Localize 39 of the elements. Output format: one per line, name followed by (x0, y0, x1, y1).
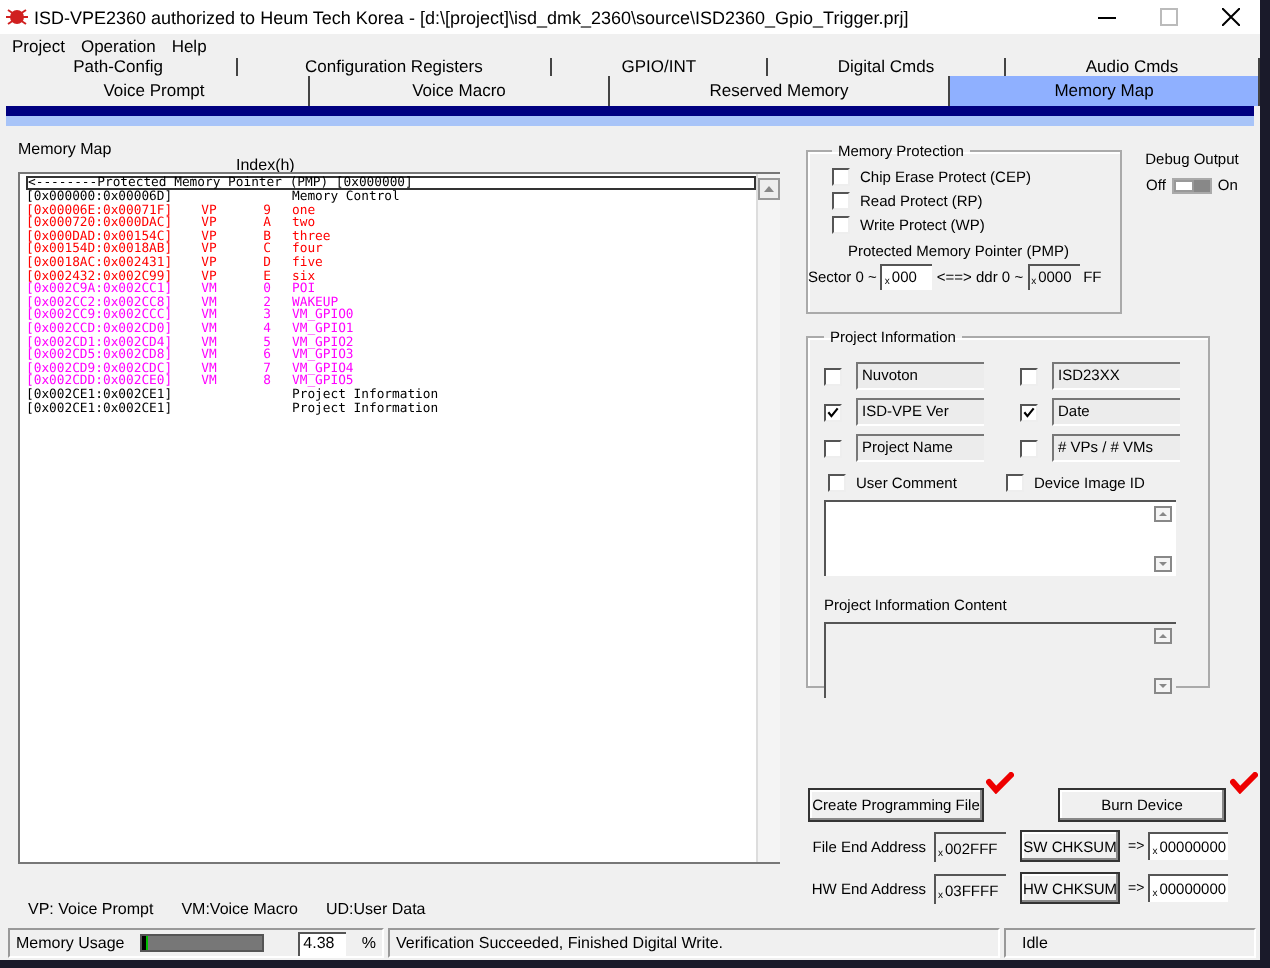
checkbox[interactable] (824, 439, 842, 457)
close-icon[interactable] (1222, 8, 1240, 26)
check-mark-icon (986, 772, 1014, 794)
checkbox[interactable] (832, 191, 850, 209)
status-message: Verification Succeeded, Finished Digital Write. (388, 928, 1000, 958)
scrollbar[interactable] (756, 174, 780, 862)
legend-text: UD:User Data (325, 900, 426, 918)
checkbox[interactable] (832, 167, 850, 185)
checkbox[interactable] (1020, 403, 1038, 421)
scroll-up-icon[interactable] (758, 178, 780, 200)
menu-item[interactable]: Project (12, 36, 65, 56)
checkbox[interactable] (1020, 439, 1038, 457)
legend-text: VM:Voice Macro (181, 900, 298, 918)
scroll-down-icon[interactable] (1154, 556, 1172, 572)
checkbox[interactable] (824, 403, 842, 421)
column-header: Index(h) (236, 156, 297, 172)
memory-map-list[interactable] (18, 172, 780, 864)
checkbox[interactable] (1006, 473, 1024, 491)
toggle-switch[interactable] (1171, 177, 1212, 193)
panel-label: Memory Map (18, 140, 114, 156)
window-title: ISD-VPE2360 authorized to Heum Tech Korea - [d:\[project]\isd_dmk_2360\source\ISD2360_Gpio_Trigger.prj] (34, 7, 911, 27)
scroll-down-icon[interactable] (1154, 678, 1172, 694)
scroll-up-icon[interactable] (1154, 506, 1172, 522)
tab[interactable]: Memory Map (950, 76, 1260, 106)
scroll-up-icon[interactable] (1154, 628, 1172, 644)
checkbox[interactable] (1020, 367, 1038, 385)
bug-icon (6, 6, 28, 28)
menu-item[interactable]: Help (171, 36, 207, 56)
checkbox[interactable] (832, 215, 850, 233)
percent-field: 4.38 (297, 931, 346, 955)
status-state: Idle (1004, 928, 1256, 958)
field-label: Memory Usage (16, 934, 125, 952)
check-mark-icon (1230, 772, 1258, 794)
checkbox[interactable] (828, 473, 846, 491)
unit-label: % (361, 934, 376, 952)
text-area[interactable] (824, 500, 1176, 576)
checkbox[interactable] (824, 367, 842, 385)
menu-item[interactable]: Operation (80, 36, 156, 56)
legend-text: VP: Voice Prompt (28, 900, 154, 918)
